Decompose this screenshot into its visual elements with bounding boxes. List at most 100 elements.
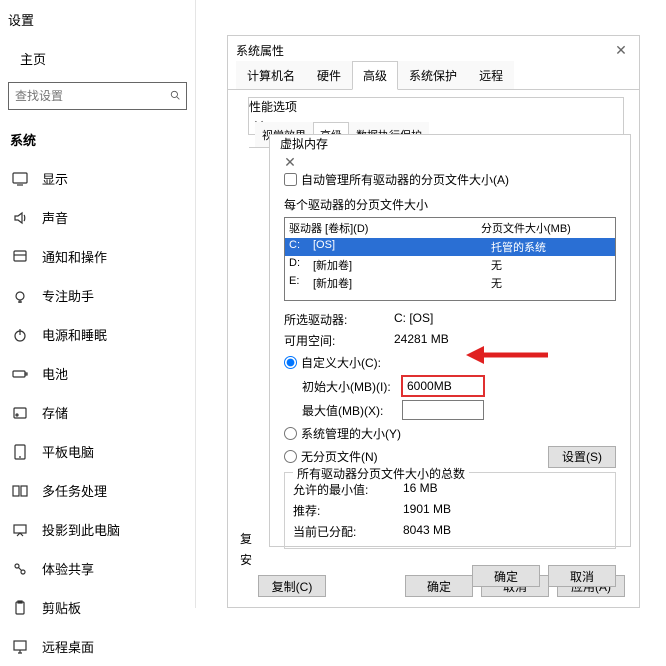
nav-label: 显示 [42,169,68,188]
drive-letter: D: [289,257,313,273]
min-val: 16 MB [403,481,438,498]
nav-multitask[interactable]: 多任务处理 [0,471,195,510]
vmem-body: 自动管理所有驱动器的分页文件大小(A) 每个驱动器的分页文件大小 驱动器 [卷标… [270,161,630,557]
ok-button[interactable]: 确定 [472,565,540,587]
totals-group: 所有驱动器分页文件大小的总数 允许的最小值:16 MB 推荐:1901 MB 当… [284,472,616,549]
nav-label: 多任务处理 [42,481,107,500]
search-icon [170,89,180,103]
settings-sidebar: 设置 主页 系统 显示声音通知和操作专注助手电源和睡眠电池存储平板电脑多任务处理… [0,0,196,608]
vmem-footer: 确定 取消 [270,557,630,595]
drive-size: 无 [491,257,611,273]
display-icon [12,171,28,187]
avail-space-lbl: 可用空间: [284,332,394,349]
perfopts-title: 性能选项 [249,100,297,114]
system-managed-radio[interactable] [284,427,297,440]
drive-size: 无 [491,275,611,291]
sysprops-tab-4[interactable]: 远程 [468,61,514,89]
nav-power[interactable]: 电源和睡眠 [0,315,195,354]
nav-label: 投影到此电脑 [42,520,120,539]
rec-val: 1901 MB [403,502,451,519]
search-box[interactable] [8,82,187,110]
vmem-titlebar: 虚拟内存 ✕ [270,135,630,161]
sysprops-tab-3[interactable]: 系统保护 [398,61,468,89]
selected-drive-val: C: [OS] [394,311,433,328]
initial-size-lbl: 初始大小(MB)(I): [302,378,396,395]
col-pagefile: 分页文件大小(MB) [481,220,611,236]
auto-manage-label: 自动管理所有驱动器的分页文件大小(A) [301,171,509,188]
rec-lbl: 推荐: [293,502,403,519]
no-paging-radio[interactable] [284,450,297,463]
min-lbl: 允许的最小值: [293,481,403,498]
drive-letter: C: [289,239,313,255]
nav-storage[interactable]: 存储 [0,393,195,432]
set-button[interactable]: 设置(S) [548,446,616,468]
nav-label: 体验共享 [42,559,94,578]
nav-list: 显示声音通知和操作专注助手电源和睡眠电池存储平板电脑多任务处理投影到此电脑体验共… [0,159,195,666]
notifications-icon [12,249,28,265]
max-size-row: 最大值(MB)(X): [284,398,616,422]
performance-options-dialog: 性能选项 ✕ 视觉效果高级数据执行保护 [248,97,624,135]
initial-size-row: 初始大小(MB)(I): [284,374,616,398]
settings-title: 设置 [0,0,195,43]
auto-manage-checkbox[interactable] [284,173,297,186]
custom-size-radio[interactable] [284,356,297,369]
cancel-button[interactable]: 取消 [548,565,616,587]
category-header: 系统 [0,124,195,159]
battery-icon [12,366,28,382]
search-input[interactable] [15,89,170,103]
virtual-memory-dialog: 虚拟内存 ✕ 自动管理所有驱动器的分页文件大小(A) 每个驱动器的分页文件大小 … [269,134,631,547]
nav-battery[interactable]: 电池 [0,354,195,393]
nav-focus[interactable]: 专注助手 [0,276,195,315]
max-size-input[interactable] [402,400,484,420]
auto-manage-row[interactable]: 自动管理所有驱动器的分页文件大小(A) [284,169,616,194]
sysprops-tab-2[interactable]: 高级 [352,61,398,90]
drive-row[interactable]: C:[OS]托管的系统 [285,238,615,256]
nav-label: 存储 [42,403,68,422]
nav-tablet[interactable]: 平板电脑 [0,432,195,471]
each-drive-label: 每个驱动器的分页文件大小 [284,194,616,215]
drive-row[interactable]: E:[新加卷]无 [285,274,615,292]
drive-row[interactable]: D:[新加卷]无 [285,256,615,274]
avail-space-row: 可用空间: 24281 MB [284,330,616,351]
sysprops-tabs: 计算机名硬件高级系统保护远程 [228,64,639,90]
nav-label: 专注助手 [42,286,94,305]
avail-space-val: 24281 MB [394,332,449,349]
sysprops-tab-0[interactable]: 计算机名 [236,61,306,89]
sysprops-title: 系统属性 [236,42,284,59]
system-managed-row[interactable]: 系统管理的大小(Y) [284,422,616,445]
nav-remote[interactable]: 远程桌面 [0,627,195,666]
col-drive: 驱动器 [卷标](D) [289,220,481,236]
remote-icon [12,639,28,655]
selected-drive-row: 所选驱动器: C: [OS] [284,309,616,330]
nav-label: 通知和操作 [42,247,107,266]
drive-size: 托管的系统 [491,239,611,255]
nav-project[interactable]: 投影到此电脑 [0,510,195,549]
drive-table-body: C:[OS]托管的系统D:[新加卷]无E:[新加卷]无 [285,238,615,300]
drive-table-header: 驱动器 [卷标](D) 分页文件大小(MB) [285,218,615,238]
close-icon[interactable]: ✕ [611,40,631,60]
totals-legend: 所有驱动器分页文件大小的总数 [293,465,469,482]
nav-shared[interactable]: 体验共享 [0,549,195,588]
custom-size-row[interactable]: 自定义大小(C): [284,351,616,374]
drive-label: [新加卷] [313,257,491,273]
sysprops-tab-1[interactable]: 硬件 [306,61,352,89]
home-row[interactable]: 主页 [0,43,195,82]
nav-sound[interactable]: 声音 [0,198,195,237]
home-label: 主页 [20,49,46,68]
nav-display[interactable]: 显示 [0,159,195,198]
max-size-lbl: 最大值(MB)(X): [302,402,396,419]
perfopts-titlebar: 性能选项 ✕ [249,98,623,122]
focus-icon [12,288,28,304]
system-managed-label: 系统管理的大小(Y) [301,425,401,442]
power-icon [12,327,28,343]
drive-letter: E: [289,275,313,291]
nav-notifications[interactable]: 通知和操作 [0,237,195,276]
shared-icon [12,561,28,577]
project-icon [12,522,28,538]
cur-lbl: 当前已分配: [293,523,403,540]
drive-label: [OS] [313,239,491,255]
nav-label: 远程桌面 [42,637,94,656]
sound-icon [12,210,28,226]
multitask-icon [12,483,28,499]
initial-size-input[interactable] [402,376,484,396]
